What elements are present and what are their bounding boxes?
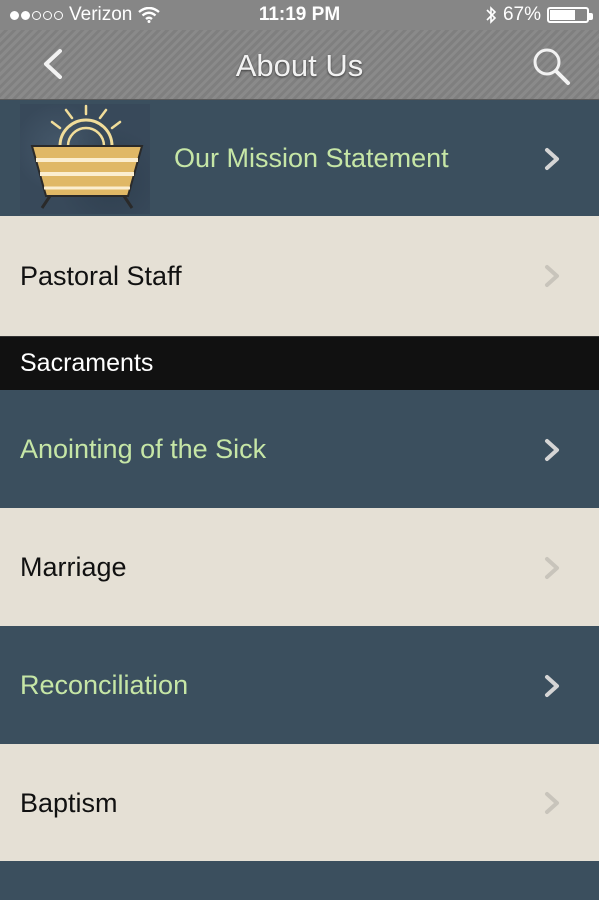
list-item-partial[interactable] (0, 861, 599, 900)
list-item-reconciliation[interactable]: Reconciliation (0, 626, 599, 744)
list-item-marriage[interactable]: Marriage (0, 508, 599, 626)
chevron-right-icon (545, 265, 559, 287)
list-item-label: Anointing of the Sick (20, 434, 267, 464)
section-title: Sacraments (20, 349, 154, 377)
status-right: 67% (485, 4, 593, 26)
list-item-label: Our Mission Statement (174, 143, 449, 173)
list-item-anointing-of-the-sick[interactable]: Anointing of the Sick (0, 390, 599, 508)
page-title: About Us (235, 48, 364, 83)
chevron-right-icon (545, 439, 559, 461)
bluetooth-icon (486, 6, 497, 24)
battery-percent: 67% (502, 4, 541, 25)
list-item-mission-statement[interactable]: Our Mission Statement (0, 101, 599, 216)
chevron-right-icon (545, 557, 559, 579)
section-header-sacraments: Sacraments (0, 336, 599, 390)
nav-bar: About Us (0, 30, 599, 100)
manger-sunrise-icon (30, 104, 144, 209)
battery-icon (547, 7, 593, 23)
chevron-right-icon (545, 792, 559, 814)
list-item-label: Baptism (20, 788, 118, 818)
chevron-right-icon (545, 148, 559, 170)
status-bar: Verizon 11:19 PM 67% (0, 0, 599, 30)
list-item-label: Pastoral Staff (20, 261, 182, 291)
mission-thumbnail (20, 104, 150, 214)
list-item-label: Marriage (20, 552, 127, 582)
list-item-pastoral-staff[interactable]: Pastoral Staff (0, 216, 599, 336)
search-icon[interactable] (529, 44, 573, 88)
list-item-label: Reconciliation (20, 670, 189, 700)
chevron-right-icon (545, 675, 559, 697)
list-item-baptism[interactable]: Baptism (0, 744, 599, 861)
